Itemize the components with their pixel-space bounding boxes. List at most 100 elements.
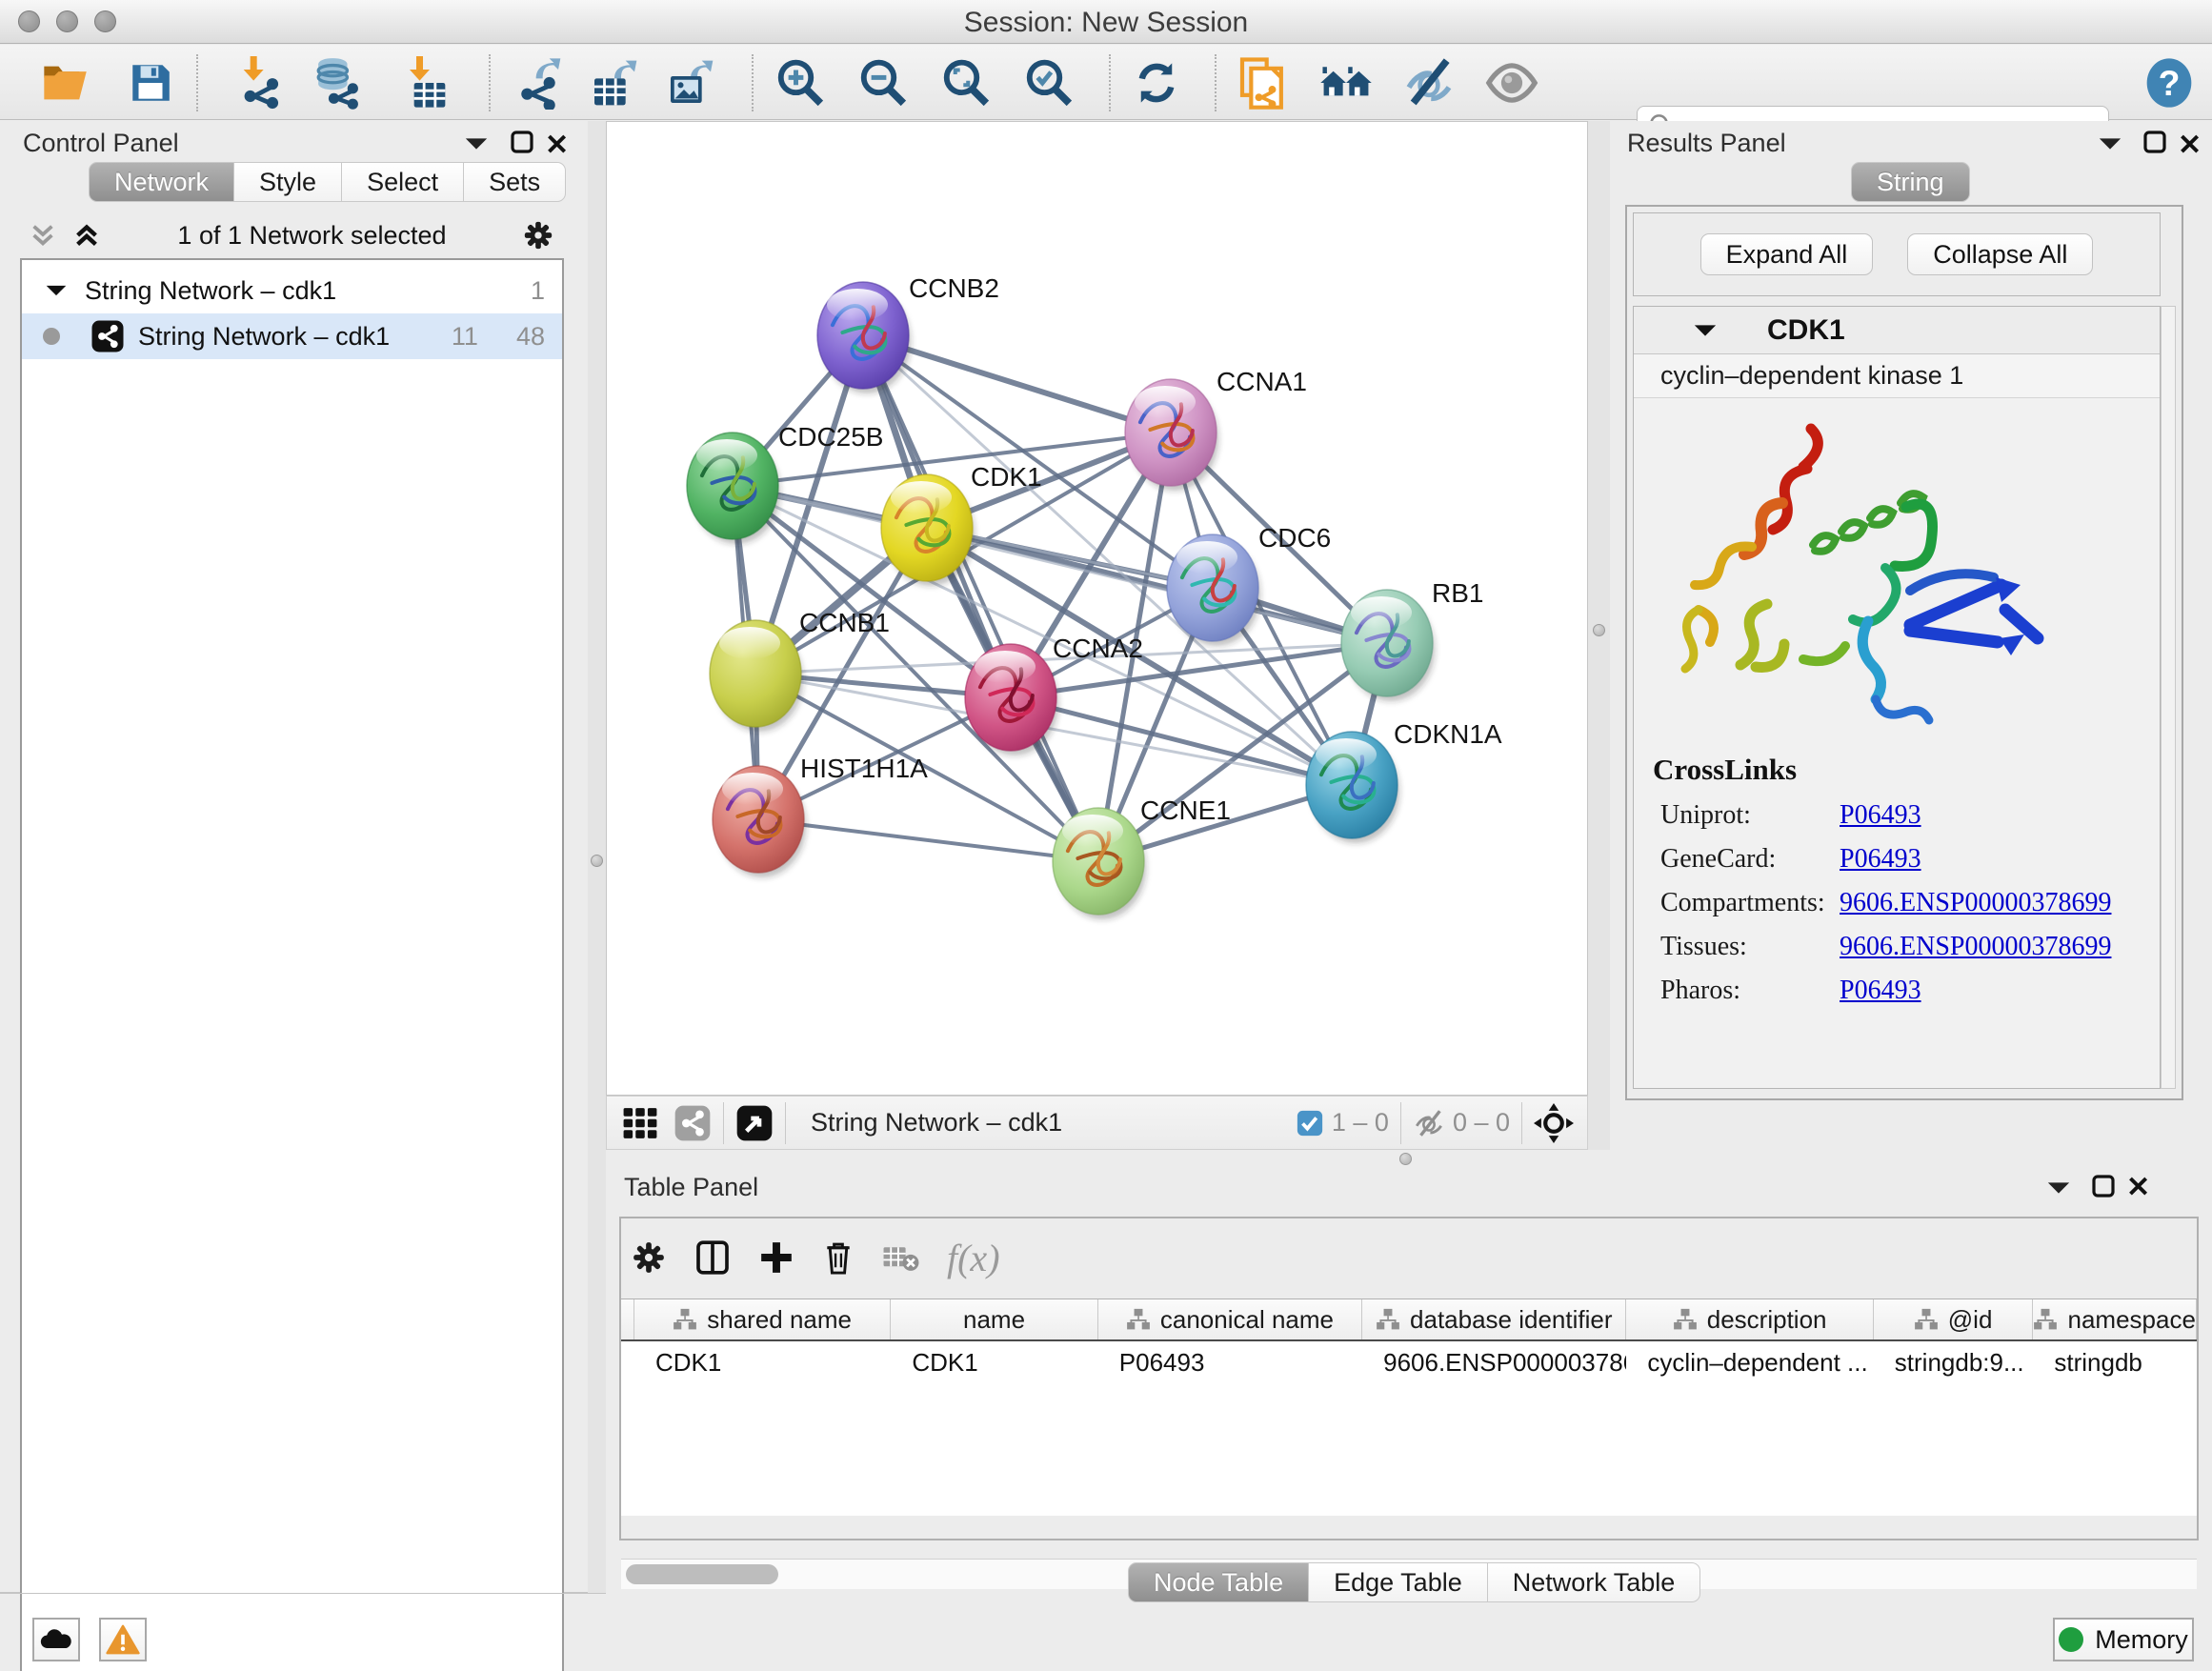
right-splitter-grip[interactable] [1593, 624, 1605, 636]
table-cell: cyclin–dependent ... [1626, 1341, 1873, 1383]
collapse-all-button[interactable]: Collapse All [1907, 233, 2093, 275]
table-panel-close-icon[interactable]: ✕ [2126, 1171, 2150, 1204]
collapse-all-networks-icon[interactable] [28, 221, 58, 250]
table-panel-menu-icon[interactable] [2046, 1178, 2071, 1198]
tab-sets[interactable]: Sets [463, 162, 566, 202]
save-session-icon[interactable] [123, 56, 178, 110]
help-icon[interactable]: ? [2142, 56, 2197, 110]
network-node-ccnb1[interactable] [710, 620, 803, 732]
crosslink-value-link[interactable]: 9606.ENSP00000378699 [1840, 932, 2111, 962]
import-database-icon[interactable] [310, 56, 365, 110]
network-row[interactable]: String Network – cdk1 11 48 [22, 313, 562, 359]
column-header-shared-name[interactable]: shared name [634, 1299, 891, 1339]
control-panel-close-icon[interactable]: ✕ [545, 129, 569, 162]
tab-edge-table[interactable]: Edge Table [1308, 1562, 1488, 1602]
column-header-database-identifier[interactable]: database identifier [1362, 1299, 1626, 1339]
delete-table-icon[interactable] [882, 1241, 920, 1274]
toolbar-separator [196, 54, 198, 111]
column-header--id[interactable]: @id [1874, 1299, 2034, 1339]
show-columns-icon[interactable] [694, 1238, 732, 1277]
column-header-name[interactable]: name [891, 1299, 1097, 1339]
zoom-selected-icon[interactable] [1021, 56, 1076, 110]
network-canvas-svg[interactable]: CCNB2CCNA1CDC25BCDK1CDC6RB1CCNB1CCNA2CDK… [607, 122, 1587, 1095]
function-builder-icon[interactable]: f(x) [947, 1236, 1000, 1280]
gene-expander-icon[interactable] [1693, 321, 1718, 340]
zoom-out-icon[interactable] [855, 56, 911, 110]
zoom-in-icon[interactable] [773, 56, 828, 110]
network-node-cdc25b[interactable] [687, 433, 780, 544]
network-node-ccna1[interactable] [1125, 379, 1218, 491]
network-node-rb1[interactable] [1341, 590, 1435, 701]
hide-selected-icon[interactable] [1401, 56, 1457, 110]
table-panel-float-icon[interactable] [2090, 1173, 2117, 1199]
fit-selection-crosshair-icon[interactable] [1534, 1103, 1574, 1143]
memory-button[interactable]: Memory [2053, 1618, 2194, 1661]
table-cell: CDK1 [634, 1341, 891, 1383]
network-node-hist1h1a[interactable] [713, 766, 806, 877]
network-collection-row[interactable]: String Network – cdk1 1 [22, 268, 562, 313]
tab-string[interactable]: String [1851, 162, 1970, 202]
tab-node-table[interactable]: Node Table [1128, 1562, 1309, 1602]
crosslink-value-link[interactable]: 9606.ENSP00000378699 [1840, 888, 2111, 918]
left-splitter[interactable] [588, 121, 606, 1593]
network-node-cdkn1a[interactable] [1306, 732, 1399, 843]
control-panel-tabs: NetworkStyleSelectSets [89, 162, 566, 202]
column-header-canonical-name[interactable]: canonical name [1098, 1299, 1362, 1339]
crosslink-value-link[interactable]: P06493 [1840, 844, 1921, 875]
network-edge[interactable] [758, 819, 1098, 861]
tab-select[interactable]: Select [341, 162, 464, 202]
tab-style[interactable]: Style [233, 162, 342, 202]
crosslink-row: Uniprot:P06493 [1660, 800, 2160, 831]
node-label-hist1h1a: HIST1H1A [800, 754, 928, 783]
refresh-icon[interactable] [1129, 56, 1184, 110]
crosslink-value-link[interactable]: P06493 [1840, 976, 1921, 1006]
left-splitter-grip[interactable] [591, 855, 603, 867]
horizontal-splitter[interactable] [606, 1150, 1610, 1169]
network-node-ccnb2[interactable] [817, 282, 911, 393]
right-splitter[interactable] [1588, 121, 1610, 1169]
table-options-gear-icon[interactable] [631, 1239, 667, 1276]
results-panel-menu-icon[interactable] [2098, 134, 2122, 153]
warning-button[interactable] [99, 1618, 147, 1661]
export-table-icon[interactable] [587, 56, 642, 110]
export-image-icon[interactable] [663, 56, 718, 110]
network-share-view-icon[interactable] [674, 1104, 712, 1142]
results-panel-close-icon[interactable]: ✕ [2178, 129, 2202, 162]
zoom-fit-icon[interactable] [938, 56, 994, 110]
results-panel-float-icon[interactable] [2142, 129, 2168, 155]
table-hscrollbar-thumb[interactable] [626, 1564, 778, 1584]
crosslink-value-link[interactable]: P06493 [1840, 800, 1921, 831]
selected-checkbox-icon[interactable] [1296, 1109, 1324, 1137]
hidden-eye-slash-icon[interactable] [1413, 1107, 1445, 1139]
create-column-icon[interactable] [758, 1239, 794, 1276]
grid-view-icon[interactable] [622, 1105, 658, 1141]
network-node-cdk1[interactable] [881, 474, 975, 586]
column-header-description[interactable]: description [1626, 1299, 1873, 1339]
expand-all-networks-icon[interactable] [71, 221, 102, 250]
table-row[interactable]: CDK1CDK1P064939606.ENSP00000378699cyclin… [621, 1341, 2197, 1383]
tab-network-table[interactable]: Network Table [1487, 1562, 1701, 1602]
cloud-button[interactable] [32, 1618, 80, 1661]
control-panel-menu-icon[interactable] [464, 134, 489, 153]
show-all-icon[interactable] [1484, 56, 1539, 110]
copy-documents-icon[interactable] [1235, 56, 1290, 110]
expand-all-button[interactable]: Expand All [1700, 233, 1874, 275]
horizontal-splitter-grip[interactable] [1399, 1153, 1412, 1165]
crosslink-row: Tissues:9606.ENSP00000378699 [1660, 932, 2160, 962]
home-pair-icon[interactable] [1318, 56, 1374, 110]
network-view[interactable]: CCNB2CCNA1CDC25BCDK1CDC6RB1CCNB1CCNA2CDK… [606, 121, 1588, 1096]
delete-column-icon[interactable] [821, 1239, 855, 1276]
import-network-icon[interactable] [231, 56, 287, 110]
column-header-namespace[interactable]: namespace [2033, 1299, 2197, 1339]
collection-expander-icon[interactable] [45, 282, 68, 299]
tab-network[interactable]: Network [89, 162, 234, 202]
results-scrollbar[interactable] [2161, 306, 2176, 1089]
birds-eye-view-icon[interactable] [735, 1104, 774, 1142]
control-panel-float-icon[interactable] [509, 129, 535, 155]
network-node-ccne1[interactable] [1053, 808, 1146, 919]
open-session-icon[interactable] [37, 56, 92, 110]
import-table-icon[interactable] [395, 56, 451, 110]
network-options-gear-icon[interactable] [522, 219, 554, 252]
export-network-icon[interactable] [511, 56, 566, 110]
crosslink-row: Pharos:P06493 [1660, 976, 2160, 1006]
